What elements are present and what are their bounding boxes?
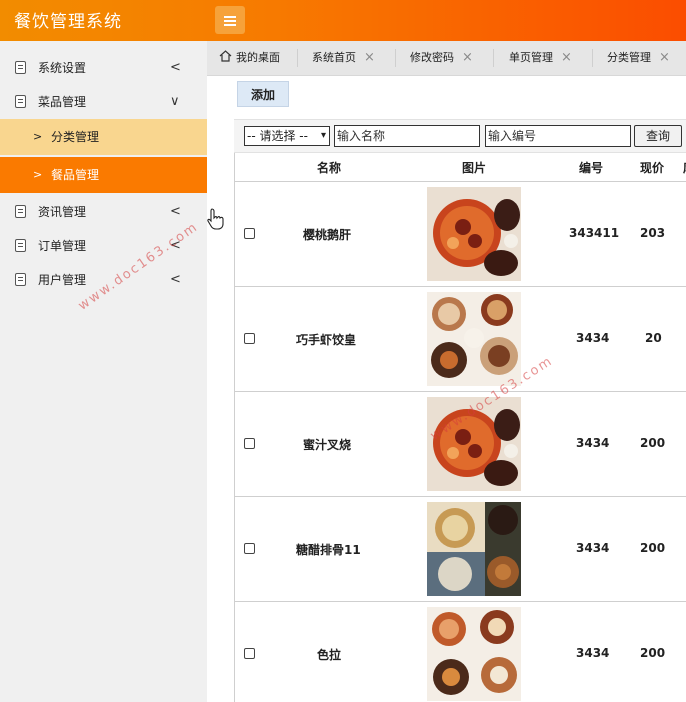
- tab-bar: 我的桌面 系统首页 × 修改密码 × 单页管理 × 分类管理 ×: [207, 41, 686, 76]
- dish-image: [427, 397, 521, 491]
- sidebar-item-label: 资讯管理: [38, 205, 87, 219]
- top-header: 餐饮管理系统: [0, 0, 686, 41]
- sidebar-subitem-label: 餐品管理: [51, 168, 100, 182]
- tab-category-management[interactable]: 分类管理 ×: [607, 41, 670, 75]
- chevron-left-icon: <: [170, 204, 181, 219]
- tab-label: 修改密码: [410, 51, 454, 64]
- tab-divider: [592, 49, 593, 67]
- dish-name: 糖醋排骨11: [296, 543, 361, 557]
- dish-code: 3434: [576, 541, 610, 555]
- row-checkbox[interactable]: [244, 648, 255, 659]
- table-row: 樱桃鹅肝 343411 203: [235, 182, 686, 287]
- dish-price: 20: [645, 331, 662, 345]
- chevron-down-icon: ▾: [320, 130, 326, 141]
- main-content: 添加 -- 请选择 -- ▾ 查询 名称 图片 编号 现价 库 樱桃鹅肝: [221, 75, 686, 702]
- dish-name: 色拉: [317, 648, 342, 662]
- dish-code: 3434: [576, 646, 610, 660]
- sidebar-item-user-management[interactable]: 用户管理 <: [0, 263, 207, 297]
- table-row: 色拉 3434 200: [235, 602, 686, 702]
- sidebar-item-news-management[interactable]: 资讯管理 <: [0, 195, 207, 229]
- sidebar-item-order-management[interactable]: 订单管理 <: [0, 229, 207, 263]
- sidebar-item-label: 订单管理: [38, 239, 87, 253]
- dish-code: 343411: [569, 226, 620, 240]
- tab-my-desktop[interactable]: 我的桌面: [219, 41, 280, 75]
- row-checkbox[interactable]: [244, 333, 255, 344]
- sidebar-item-system-settings[interactable]: 系统设置 <: [0, 51, 207, 85]
- module-icon: [15, 239, 26, 252]
- search-bar: -- 请选择 -- ▾ 查询: [234, 119, 686, 153]
- table-row: 巧手虾饺皇 3434 20: [235, 287, 686, 392]
- app-title: 餐饮管理系统: [14, 12, 122, 32]
- tab-label: 分类管理: [607, 51, 651, 64]
- sidebar-item-label: 菜品管理: [38, 95, 87, 109]
- dish-name: 巧手虾饺皇: [296, 333, 357, 347]
- dish-image: [427, 187, 521, 281]
- table-row: 糖醋排骨11 3434 200: [235, 497, 686, 602]
- row-checkbox[interactable]: [244, 438, 255, 449]
- chevron-right-icon: >: [33, 168, 43, 181]
- dish-price: 200: [640, 646, 666, 660]
- module-icon: [15, 95, 26, 108]
- dish-name: 樱桃鹅肝: [303, 228, 352, 242]
- column-header-code: 编号: [579, 161, 604, 175]
- chevron-left-icon: <: [170, 60, 181, 75]
- dish-price: 203: [640, 226, 666, 240]
- dish-name: 蜜汁叉烧: [303, 438, 352, 452]
- dish-price: 200: [640, 436, 666, 450]
- close-icon[interactable]: ×: [364, 50, 375, 65]
- dish-price: 200: [640, 541, 666, 555]
- tab-change-password[interactable]: 修改密码 ×: [410, 41, 473, 75]
- sidebar-item-dish-management[interactable]: 菜品管理 ∨: [0, 85, 207, 119]
- dish-table: 名称 图片 编号 现价 库 樱桃鹅肝 343411 203 巧手虾饺皇: [234, 153, 686, 702]
- category-select[interactable]: -- 请选择 -- ▾: [244, 126, 330, 146]
- row-checkbox[interactable]: [244, 543, 255, 554]
- chevron-right-icon: >: [33, 130, 43, 143]
- row-checkbox[interactable]: [244, 228, 255, 239]
- chevron-left-icon: <: [170, 238, 181, 253]
- name-input[interactable]: [334, 125, 480, 147]
- tab-page-management[interactable]: 单页管理 ×: [509, 41, 572, 75]
- close-icon[interactable]: ×: [659, 50, 670, 65]
- column-header-image: 图片: [462, 161, 487, 175]
- tab-system-home[interactable]: 系统首页 ×: [312, 41, 375, 75]
- sidebar-subitem-label: 分类管理: [51, 130, 100, 144]
- tab-divider: [297, 49, 298, 67]
- chevron-down-icon: ∨: [170, 94, 180, 109]
- column-header-name: 名称: [317, 161, 342, 175]
- tab-divider: [493, 49, 494, 67]
- dish-code: 3434: [576, 331, 610, 345]
- tab-divider: [395, 49, 396, 67]
- hand-cursor-icon: [207, 208, 224, 230]
- module-icon: [15, 61, 26, 74]
- sidebar-subitem-dishes[interactable]: > 餐品管理: [0, 157, 207, 193]
- hamburger-icon-bar: [224, 20, 236, 22]
- close-icon[interactable]: ×: [561, 50, 572, 65]
- menu-toggle-button[interactable]: [215, 6, 245, 34]
- table-header: 名称 图片 编号 现价 库: [235, 153, 686, 182]
- sidebar-item-label: 系统设置: [38, 61, 87, 75]
- hamburger-icon-bar: [224, 24, 236, 26]
- module-icon: [15, 205, 26, 218]
- home-icon: [219, 50, 232, 62]
- module-icon: [15, 273, 26, 286]
- sidebar-item-label: 用户管理: [38, 273, 87, 287]
- close-icon[interactable]: ×: [462, 50, 473, 65]
- tab-label: 单页管理: [509, 51, 553, 64]
- add-button[interactable]: 添加: [237, 81, 289, 107]
- tab-label: 系统首页: [312, 51, 356, 64]
- sidebar: 系统设置 < 菜品管理 ∨ > 分类管理 > 餐品管理 资讯管理 < 订单管理 …: [0, 41, 207, 702]
- dish-image: [427, 292, 521, 386]
- category-select-value: -- 请选择 --: [247, 129, 308, 143]
- table-row: 蜜汁叉烧 3434 200: [235, 392, 686, 497]
- sidebar-subitem-category[interactable]: > 分类管理: [0, 119, 207, 155]
- hamburger-icon: [224, 16, 236, 18]
- dish-image: [427, 607, 521, 701]
- chevron-left-icon: <: [170, 272, 181, 287]
- tab-label: 我的桌面: [236, 51, 280, 64]
- dish-code: 3434: [576, 436, 610, 450]
- dish-image: [427, 502, 521, 596]
- column-header-price: 现价: [640, 161, 665, 175]
- query-button[interactable]: 查询: [634, 125, 682, 147]
- code-input[interactable]: [485, 125, 631, 147]
